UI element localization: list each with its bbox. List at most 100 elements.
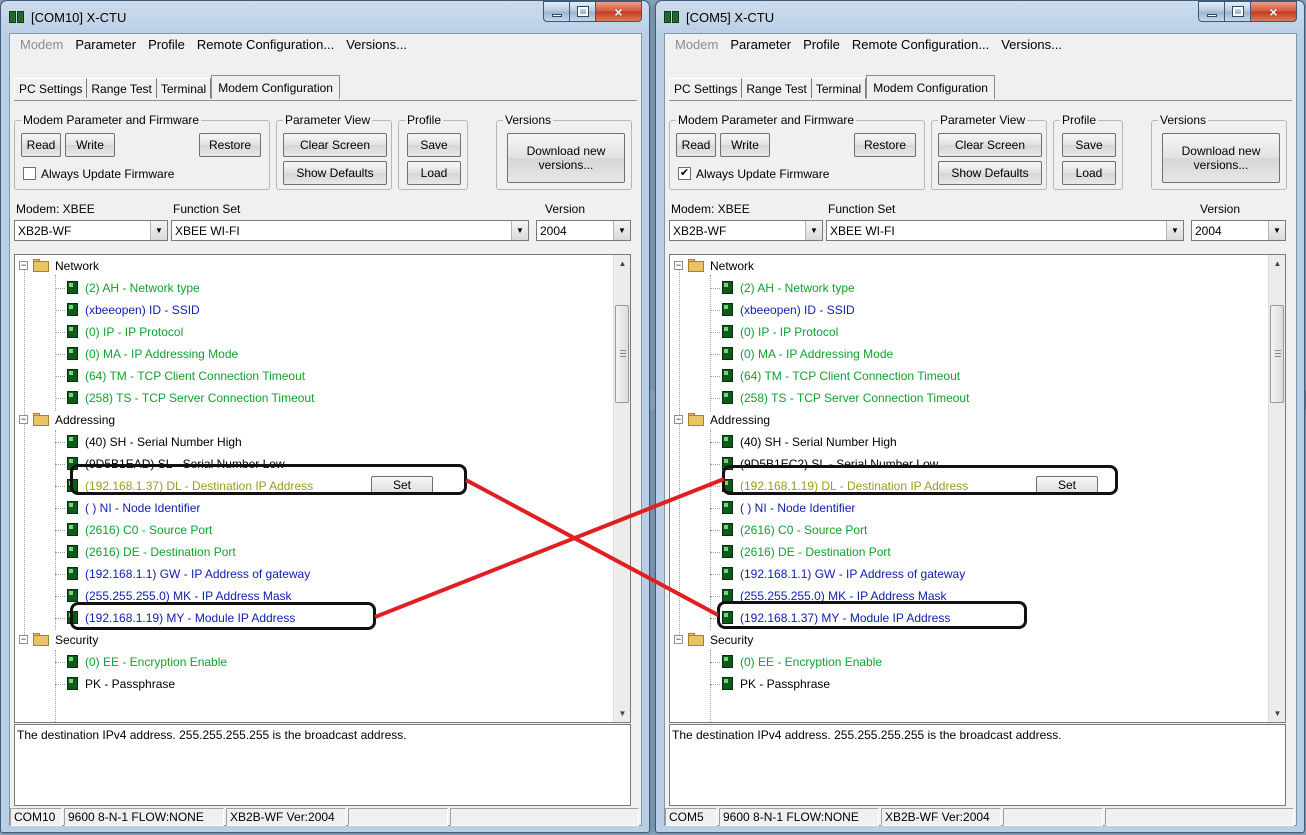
tree-item-ip[interactable]: (0) IP - IP Protocol	[670, 321, 1266, 343]
scroll-down-icon[interactable]: ▼	[1269, 705, 1285, 722]
function-set-select[interactable]: XBEE WI-FI ▼	[826, 220, 1184, 241]
chevron-down-icon[interactable]: ▼	[613, 221, 630, 240]
chevron-down-icon[interactable]: ▼	[1268, 221, 1285, 240]
tree-node-addressing[interactable]: − Addressing	[670, 409, 1266, 431]
close-button[interactable]: ×	[1251, 1, 1297, 22]
tree-item-pk[interactable]: PK - Passphrase	[670, 673, 1266, 695]
menu-profile[interactable]: Profile	[797, 37, 846, 52]
tab-pc-settings[interactable]: PC Settings	[14, 78, 88, 98]
minimize-button[interactable]	[543, 1, 570, 22]
save-profile-button[interactable]: Save	[1062, 133, 1116, 157]
write-button[interactable]: Write	[720, 133, 770, 157]
load-profile-button[interactable]: Load	[407, 161, 461, 185]
tree-node-network[interactable]: − Network	[15, 255, 611, 277]
tree-item-ni[interactable]: ( ) NI - Node Identifier	[670, 497, 1266, 519]
restore-button[interactable]: Restore	[199, 133, 261, 157]
minimize-button[interactable]	[1198, 1, 1225, 22]
modem-select[interactable]: XB2B-WF ▼	[669, 220, 823, 241]
restore-button[interactable]: Restore	[854, 133, 916, 157]
modem-select[interactable]: XB2B-WF ▼	[14, 220, 168, 241]
maximize-button[interactable]	[570, 1, 596, 22]
tree-node-security[interactable]: − Security	[15, 629, 611, 651]
version-select[interactable]: 2004 ▼	[536, 220, 631, 241]
collapse-toggle-icon[interactable]: −	[19, 635, 28, 644]
tree-item-sh[interactable]: (40) SH - Serial Number High	[15, 431, 611, 453]
menu-parameter[interactable]: Parameter	[724, 37, 797, 52]
load-profile-button[interactable]: Load	[1062, 161, 1116, 185]
tree-item-c0[interactable]: (2616) C0 - Source Port	[670, 519, 1266, 541]
maximize-button[interactable]	[1225, 1, 1251, 22]
title-bar[interactable]: [COM10] X-CTU ×	[1, 1, 649, 33]
tree-item-ee[interactable]: (0) EE - Encryption Enable	[15, 651, 611, 673]
tree-item-ma[interactable]: (0) MA - IP Addressing Mode	[670, 343, 1266, 365]
tree-item-gw[interactable]: (192.168.1.1) GW - IP Address of gateway	[670, 563, 1266, 585]
tree-item-ah[interactable]: (2) AH - Network type	[15, 277, 611, 299]
tree-item-de[interactable]: (2616) DE - Destination Port	[15, 541, 611, 563]
tab-terminal[interactable]: Terminal	[811, 78, 867, 98]
scrollbar-thumb[interactable]	[1270, 305, 1284, 403]
read-button[interactable]: Read	[21, 133, 61, 157]
write-button[interactable]: Write	[65, 133, 115, 157]
tab-modem-configuration[interactable]: Modem Configuration	[866, 75, 995, 99]
chevron-down-icon[interactable]: ▼	[150, 221, 167, 240]
tree-item-gw[interactable]: (192.168.1.1) GW - IP Address of gateway	[15, 563, 611, 585]
menu-remote-configuration[interactable]: Remote Configuration...	[191, 37, 340, 52]
tree-item-tm[interactable]: (64) TM - TCP Client Connection Timeout	[670, 365, 1266, 387]
collapse-toggle-icon[interactable]: −	[674, 415, 683, 424]
menu-parameter[interactable]: Parameter	[69, 37, 142, 52]
version-select[interactable]: 2004 ▼	[1191, 220, 1286, 241]
tree-scrollbar[interactable]: ▲ ▼	[1268, 255, 1285, 722]
menu-profile[interactable]: Profile	[142, 37, 191, 52]
collapse-toggle-icon[interactable]: −	[19, 261, 28, 270]
tree-item-ts[interactable]: (258) TS - TCP Server Connection Timeout	[670, 387, 1266, 409]
close-button[interactable]: ×	[596, 1, 642, 22]
tree-item-pk[interactable]: PK - Passphrase	[15, 673, 611, 695]
save-profile-button[interactable]: Save	[407, 133, 461, 157]
menu-remote-configuration[interactable]: Remote Configuration...	[846, 37, 995, 52]
tab-terminal[interactable]: Terminal	[156, 78, 212, 98]
scrollbar-thumb[interactable]	[615, 305, 629, 403]
tree-scrollbar[interactable]: ▲ ▼	[613, 255, 630, 722]
menu-modem[interactable]: Modem	[669, 37, 724, 52]
tree-item-tm[interactable]: (64) TM - TCP Client Connection Timeout	[15, 365, 611, 387]
clear-screen-button[interactable]: Clear Screen	[938, 133, 1042, 157]
chevron-down-icon[interactable]: ▼	[511, 221, 528, 240]
always-update-firmware-checkbox[interactable]: ✔	[678, 167, 691, 180]
show-defaults-button[interactable]: Show Defaults	[283, 161, 387, 185]
tab-modem-configuration[interactable]: Modem Configuration	[211, 75, 340, 99]
title-bar[interactable]: [COM5] X-CTU ×	[656, 1, 1304, 33]
tree-item-c0[interactable]: (2616) C0 - Source Port	[15, 519, 611, 541]
tree-item-ip[interactable]: (0) IP - IP Protocol	[15, 321, 611, 343]
tree-item-ma[interactable]: (0) MA - IP Addressing Mode	[15, 343, 611, 365]
clear-screen-button[interactable]: Clear Screen	[283, 133, 387, 157]
scroll-up-icon[interactable]: ▲	[614, 255, 630, 272]
read-button[interactable]: Read	[676, 133, 716, 157]
menu-versions[interactable]: Versions...	[340, 37, 413, 52]
chevron-down-icon[interactable]: ▼	[1166, 221, 1183, 240]
tree-item-id[interactable]: (xbeeopen) ID - SSID	[15, 299, 611, 321]
tree-item-de[interactable]: (2616) DE - Destination Port	[670, 541, 1266, 563]
tree-node-network[interactable]: − Network	[670, 255, 1266, 277]
scroll-down-icon[interactable]: ▼	[614, 705, 630, 722]
collapse-toggle-icon[interactable]: −	[19, 415, 28, 424]
tree-item-ee[interactable]: (0) EE - Encryption Enable	[670, 651, 1266, 673]
tree-item-ni[interactable]: ( ) NI - Node Identifier	[15, 497, 611, 519]
tab-range-test[interactable]: Range Test	[742, 78, 812, 98]
collapse-toggle-icon[interactable]: −	[674, 261, 683, 270]
download-new-versions-button[interactable]: Download new versions...	[507, 133, 625, 183]
tree-item-ts[interactable]: (258) TS - TCP Server Connection Timeout	[15, 387, 611, 409]
tree-node-security[interactable]: − Security	[670, 629, 1266, 651]
always-update-firmware-checkbox[interactable]	[23, 167, 36, 180]
tree-item-ah[interactable]: (2) AH - Network type	[670, 277, 1266, 299]
show-defaults-button[interactable]: Show Defaults	[938, 161, 1042, 185]
download-new-versions-button[interactable]: Download new versions...	[1162, 133, 1280, 183]
chevron-down-icon[interactable]: ▼	[805, 221, 822, 240]
tab-range-test[interactable]: Range Test	[87, 78, 157, 98]
function-set-select[interactable]: XBEE WI-FI ▼	[171, 220, 529, 241]
menu-versions[interactable]: Versions...	[995, 37, 1068, 52]
tree-node-addressing[interactable]: − Addressing	[15, 409, 611, 431]
tree-item-id[interactable]: (xbeeopen) ID - SSID	[670, 299, 1266, 321]
tab-pc-settings[interactable]: PC Settings	[669, 78, 743, 98]
scroll-up-icon[interactable]: ▲	[1269, 255, 1285, 272]
tree-item-sh[interactable]: (40) SH - Serial Number High	[670, 431, 1266, 453]
